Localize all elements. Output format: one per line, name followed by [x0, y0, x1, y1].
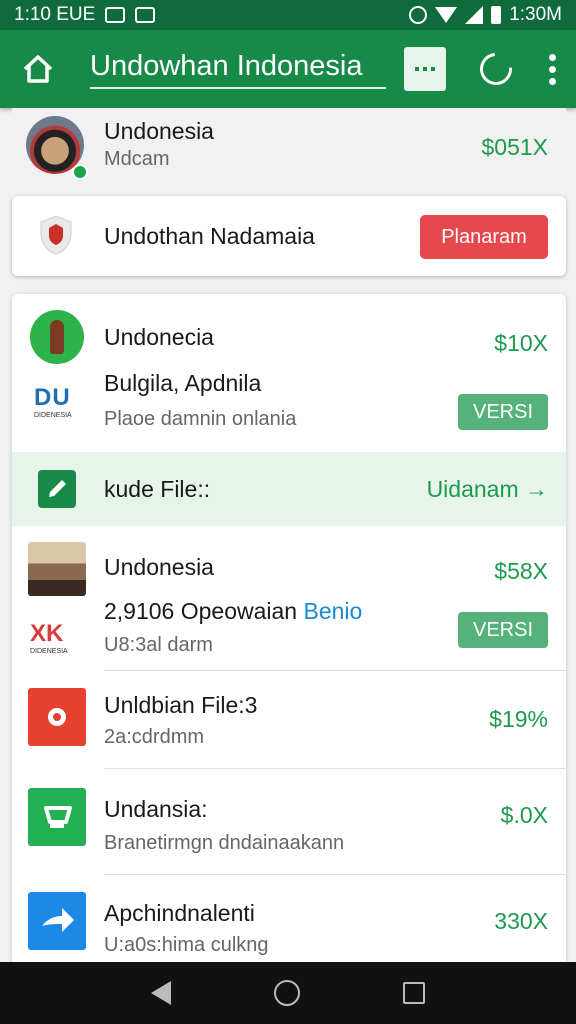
refresh-button[interactable] — [473, 46, 519, 92]
system-nav-bar — [0, 962, 576, 1024]
status-right-text: 1:30M — [509, 4, 562, 25]
profile-row[interactable]: Undonesia Mdcam $051X — [12, 108, 566, 190]
profile-pct: $051X — [481, 134, 548, 160]
verify-button[interactable]: VERSI — [458, 612, 548, 648]
title-field[interactable]: Undowhan Indonesia — [90, 50, 386, 89]
wifi-icon — [435, 7, 458, 23]
item-name: Undonesia — [104, 554, 214, 580]
message-icon — [415, 67, 419, 71]
avatar — [30, 310, 84, 364]
back-button[interactable] — [151, 981, 172, 1005]
battery-icon — [491, 6, 502, 24]
item-pct: 330X — [494, 908, 548, 934]
file-row[interactable]: kude File:: Uidanam → — [12, 452, 566, 526]
divider — [104, 874, 566, 875]
item-sub: U:a0s:hima culkng — [104, 934, 269, 956]
list-item[interactable]: Undonecia $10X DU DIDENESIA Bulgila, Apd… — [12, 294, 566, 450]
item-sub: Branetirmgn dndainaakann — [104, 832, 345, 854]
item-name: Bulgila, Apdnila — [104, 370, 262, 396]
item-sub: U8:3al darm — [104, 634, 213, 656]
app-bar: Undowhan Indonesia — [0, 30, 576, 108]
item-pct: $10X — [494, 330, 548, 356]
feature-card: Undothan Nadamaia Planaram — [12, 196, 566, 276]
signal-icon — [465, 6, 484, 24]
file-link[interactable]: Uidanam → — [427, 476, 548, 503]
verify-button[interactable]: VERSI — [458, 394, 548, 430]
more-options-button[interactable] — [548, 53, 556, 85]
item-name: Unldbian File:3 — [104, 692, 258, 718]
list-item[interactable]: Apchindnalenti U:a0s:hima culkng 330X — [12, 876, 566, 962]
list-item[interactable]: Undonesia $58X XK DIDENESIA 2,9106 Opeow… — [12, 528, 566, 668]
list-item[interactable]: Unldbian File:3 2a:cdrdmm $19% — [12, 672, 566, 768]
message-status-icon — [135, 7, 156, 23]
share-icon — [28, 892, 86, 950]
thumbnail-image — [28, 542, 86, 596]
card-title: Undothan Nadamaia — [104, 223, 315, 249]
divider — [104, 768, 566, 769]
xk-logo: XK DIDENESIA — [30, 620, 68, 655]
cart-icon — [28, 788, 86, 846]
home-icon — [23, 55, 53, 83]
item-name: 2,9106 Opeowaian Benio — [104, 598, 363, 624]
divider — [104, 670, 566, 671]
person-figure-icon — [50, 320, 64, 354]
profile-sub: Mdcam — [104, 148, 170, 170]
home-nav-button[interactable] — [273, 980, 300, 1006]
list-panel: Undonecia $10X DU DIDENESIA Bulgila, Apd… — [12, 294, 566, 962]
profile-name: Undonesia — [104, 118, 214, 144]
message-button[interactable] — [404, 47, 446, 91]
du-logo: DU DIDENESIA — [34, 384, 72, 419]
notification-icon — [105, 7, 126, 23]
status-bar: 1:10 EUE 1:30M — [0, 0, 576, 30]
list-item[interactable]: Undansia: Branetirmgn dndainaakann $.0X — [12, 770, 566, 874]
item-sub: Plaoe damnin onlania — [104, 408, 297, 430]
item-sub: 2a:cdrdmm — [104, 726, 205, 748]
item-pct: $58X — [494, 558, 548, 584]
home-button[interactable] — [18, 49, 58, 89]
edit-icon — [38, 470, 76, 508]
card-action-button[interactable]: Planaram — [420, 215, 548, 259]
shield-icon — [38, 214, 74, 256]
alarm-icon — [409, 6, 428, 24]
item-name: Undansia: — [104, 796, 208, 822]
item-name: Undonecia — [104, 324, 214, 350]
verified-badge — [72, 164, 88, 180]
app-title: Undowhan Indonesia — [90, 49, 363, 82]
recents-button[interactable] — [402, 982, 425, 1004]
camera-icon — [28, 688, 86, 746]
item-pct: $.0X — [500, 802, 548, 828]
item-name: Apchindnalenti — [104, 900, 255, 926]
file-label: kude File:: — [104, 476, 211, 502]
item-pct: $19% — [489, 706, 548, 732]
status-time: 1:10 EUE — [14, 4, 96, 25]
arrow-right-icon: → — [525, 476, 548, 502]
